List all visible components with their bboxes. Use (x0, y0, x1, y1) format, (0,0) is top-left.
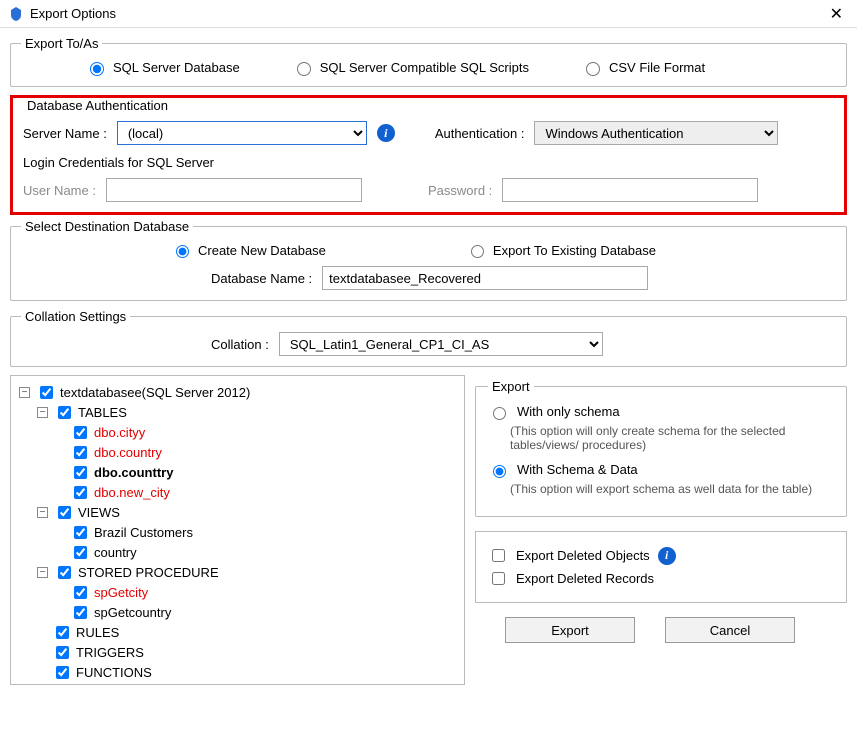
export-schema-data-desc: (This option will export schema as well … (488, 482, 834, 496)
table-check[interactable] (74, 426, 87, 439)
destination-legend: Select Destination Database (21, 219, 193, 234)
views-label[interactable]: VIEWS (78, 505, 120, 520)
sp-check[interactable] (58, 566, 71, 579)
export-schema-only[interactable]: With only schema (488, 404, 834, 420)
view-item[interactable]: Brazil Customers (94, 525, 193, 540)
sp-item[interactable]: spGetcountry (94, 605, 171, 620)
dest-create-new-radio[interactable] (176, 245, 189, 258)
dest-existing-radio[interactable] (471, 245, 484, 258)
rules-label[interactable]: RULES (76, 625, 119, 640)
collation-label: Collation : (211, 337, 269, 352)
export-opt-csv-radio[interactable] (586, 62, 600, 76)
title-bar: Export Options ✕ (0, 0, 857, 28)
auth-highlight-box: Database Authentication Server Name : (l… (10, 95, 847, 215)
export-deleted-records-check[interactable] (492, 572, 505, 585)
functions-check[interactable] (56, 666, 69, 679)
collation-select[interactable]: SQL_Latin1_General_CP1_CI_AS (279, 332, 603, 356)
export-opt-scripts[interactable]: SQL Server Compatible SQL Scripts (292, 59, 529, 76)
db-name-input[interactable] (322, 266, 648, 290)
export-schema-data-label: With Schema & Data (517, 462, 638, 477)
table-item[interactable]: dbo.counttry (94, 465, 173, 480)
username-input[interactable] (106, 178, 362, 202)
export-schema-data[interactable]: With Schema & Data (488, 462, 834, 478)
server-name-label: Server Name : (23, 126, 107, 141)
sp-label[interactable]: STORED PROCEDURE (78, 565, 219, 580)
view-check[interactable] (74, 546, 87, 559)
export-schema-only-desc: (This option will only create schema for… (488, 424, 834, 452)
password-label: Password : (428, 183, 492, 198)
functions-label[interactable]: FUNCTIONS (76, 665, 152, 680)
username-label: User Name : (23, 183, 96, 198)
table-check[interactable] (74, 446, 87, 459)
dest-existing-label: Export To Existing Database (493, 243, 656, 258)
triggers-check[interactable] (56, 646, 69, 659)
db-name-label: Database Name : (211, 271, 312, 286)
auth-legend: Database Authentication (23, 98, 172, 113)
table-check[interactable] (74, 486, 87, 499)
table-check[interactable] (74, 466, 87, 479)
info-icon[interactable]: i (377, 124, 395, 142)
export-button[interactable]: Export (505, 617, 635, 643)
destination-group: Select Destination Database Create New D… (10, 219, 847, 301)
export-opt-db-label: SQL Server Database (113, 60, 240, 75)
export-deleted-records-label: Export Deleted Records (516, 571, 654, 586)
export-to-as-group: Export To/As SQL Server Database SQL Ser… (10, 36, 847, 87)
view-item[interactable]: country (94, 545, 137, 560)
export-schema-only-radio[interactable] (493, 407, 506, 420)
export-options-legend: Export (488, 379, 534, 394)
expand-icon[interactable]: − (37, 407, 48, 418)
info-icon[interactable]: i (658, 547, 676, 565)
sp-item-check[interactable] (74, 606, 87, 619)
views-check[interactable] (58, 506, 71, 519)
expand-icon[interactable]: − (37, 567, 48, 578)
tables-check[interactable] (58, 406, 71, 419)
authentication-select[interactable]: Windows Authentication (534, 121, 778, 145)
export-schema-data-radio[interactable] (493, 465, 506, 478)
sp-item[interactable]: spGetcity (94, 585, 148, 600)
view-check[interactable] (74, 526, 87, 539)
export-opt-csv[interactable]: CSV File Format (581, 59, 705, 76)
expand-icon[interactable]: − (19, 387, 30, 398)
export-opt-scripts-radio[interactable] (297, 62, 311, 76)
dest-existing[interactable]: Export To Existing Database (466, 242, 656, 258)
table-item[interactable]: dbo.cityy (94, 425, 145, 440)
export-opt-scripts-label: SQL Server Compatible SQL Scripts (320, 60, 529, 75)
deleted-options-panel: Export Deleted Objects i Export Deleted … (475, 531, 847, 603)
dest-create-new[interactable]: Create New Database (171, 242, 326, 258)
auth-group: Database Authentication Server Name : (l… (13, 98, 844, 212)
export-opt-csv-label: CSV File Format (609, 60, 705, 75)
authentication-label: Authentication : (435, 126, 525, 141)
sp-item-check[interactable] (74, 586, 87, 599)
tree-root-check[interactable] (40, 386, 53, 399)
export-to-as-legend: Export To/As (21, 36, 102, 51)
export-options-group: Export With only schema (This option wil… (475, 379, 847, 517)
object-tree[interactable]: − textdatabasee(SQL Server 2012) − TABLE… (10, 375, 465, 685)
collation-group: Collation Settings Collation : SQL_Latin… (10, 309, 847, 367)
export-opt-db[interactable]: SQL Server Database (85, 59, 240, 76)
rules-check[interactable] (56, 626, 69, 639)
expand-icon[interactable]: − (37, 507, 48, 518)
login-creds-label: Login Credentials for SQL Server (23, 155, 834, 170)
table-item[interactable]: dbo.new_city (94, 485, 170, 500)
window-title: Export Options (30, 6, 824, 21)
tables-label[interactable]: TABLES (78, 405, 127, 420)
close-button[interactable]: ✕ (824, 4, 849, 24)
collation-legend: Collation Settings (21, 309, 130, 324)
table-item[interactable]: dbo.country (94, 445, 162, 460)
export-deleted-objects-label: Export Deleted Objects (516, 548, 650, 563)
export-schema-only-label: With only schema (517, 404, 620, 419)
cancel-button[interactable]: Cancel (665, 617, 795, 643)
password-input[interactable] (502, 178, 758, 202)
export-opt-db-radio[interactable] (90, 62, 104, 76)
dest-create-new-label: Create New Database (198, 243, 326, 258)
triggers-label[interactable]: TRIGGERS (76, 645, 144, 660)
app-icon (8, 6, 24, 22)
export-deleted-objects-check[interactable] (492, 549, 505, 562)
server-name-select[interactable]: (local) (117, 121, 367, 145)
tree-root-label[interactable]: textdatabasee(SQL Server 2012) (60, 385, 250, 400)
